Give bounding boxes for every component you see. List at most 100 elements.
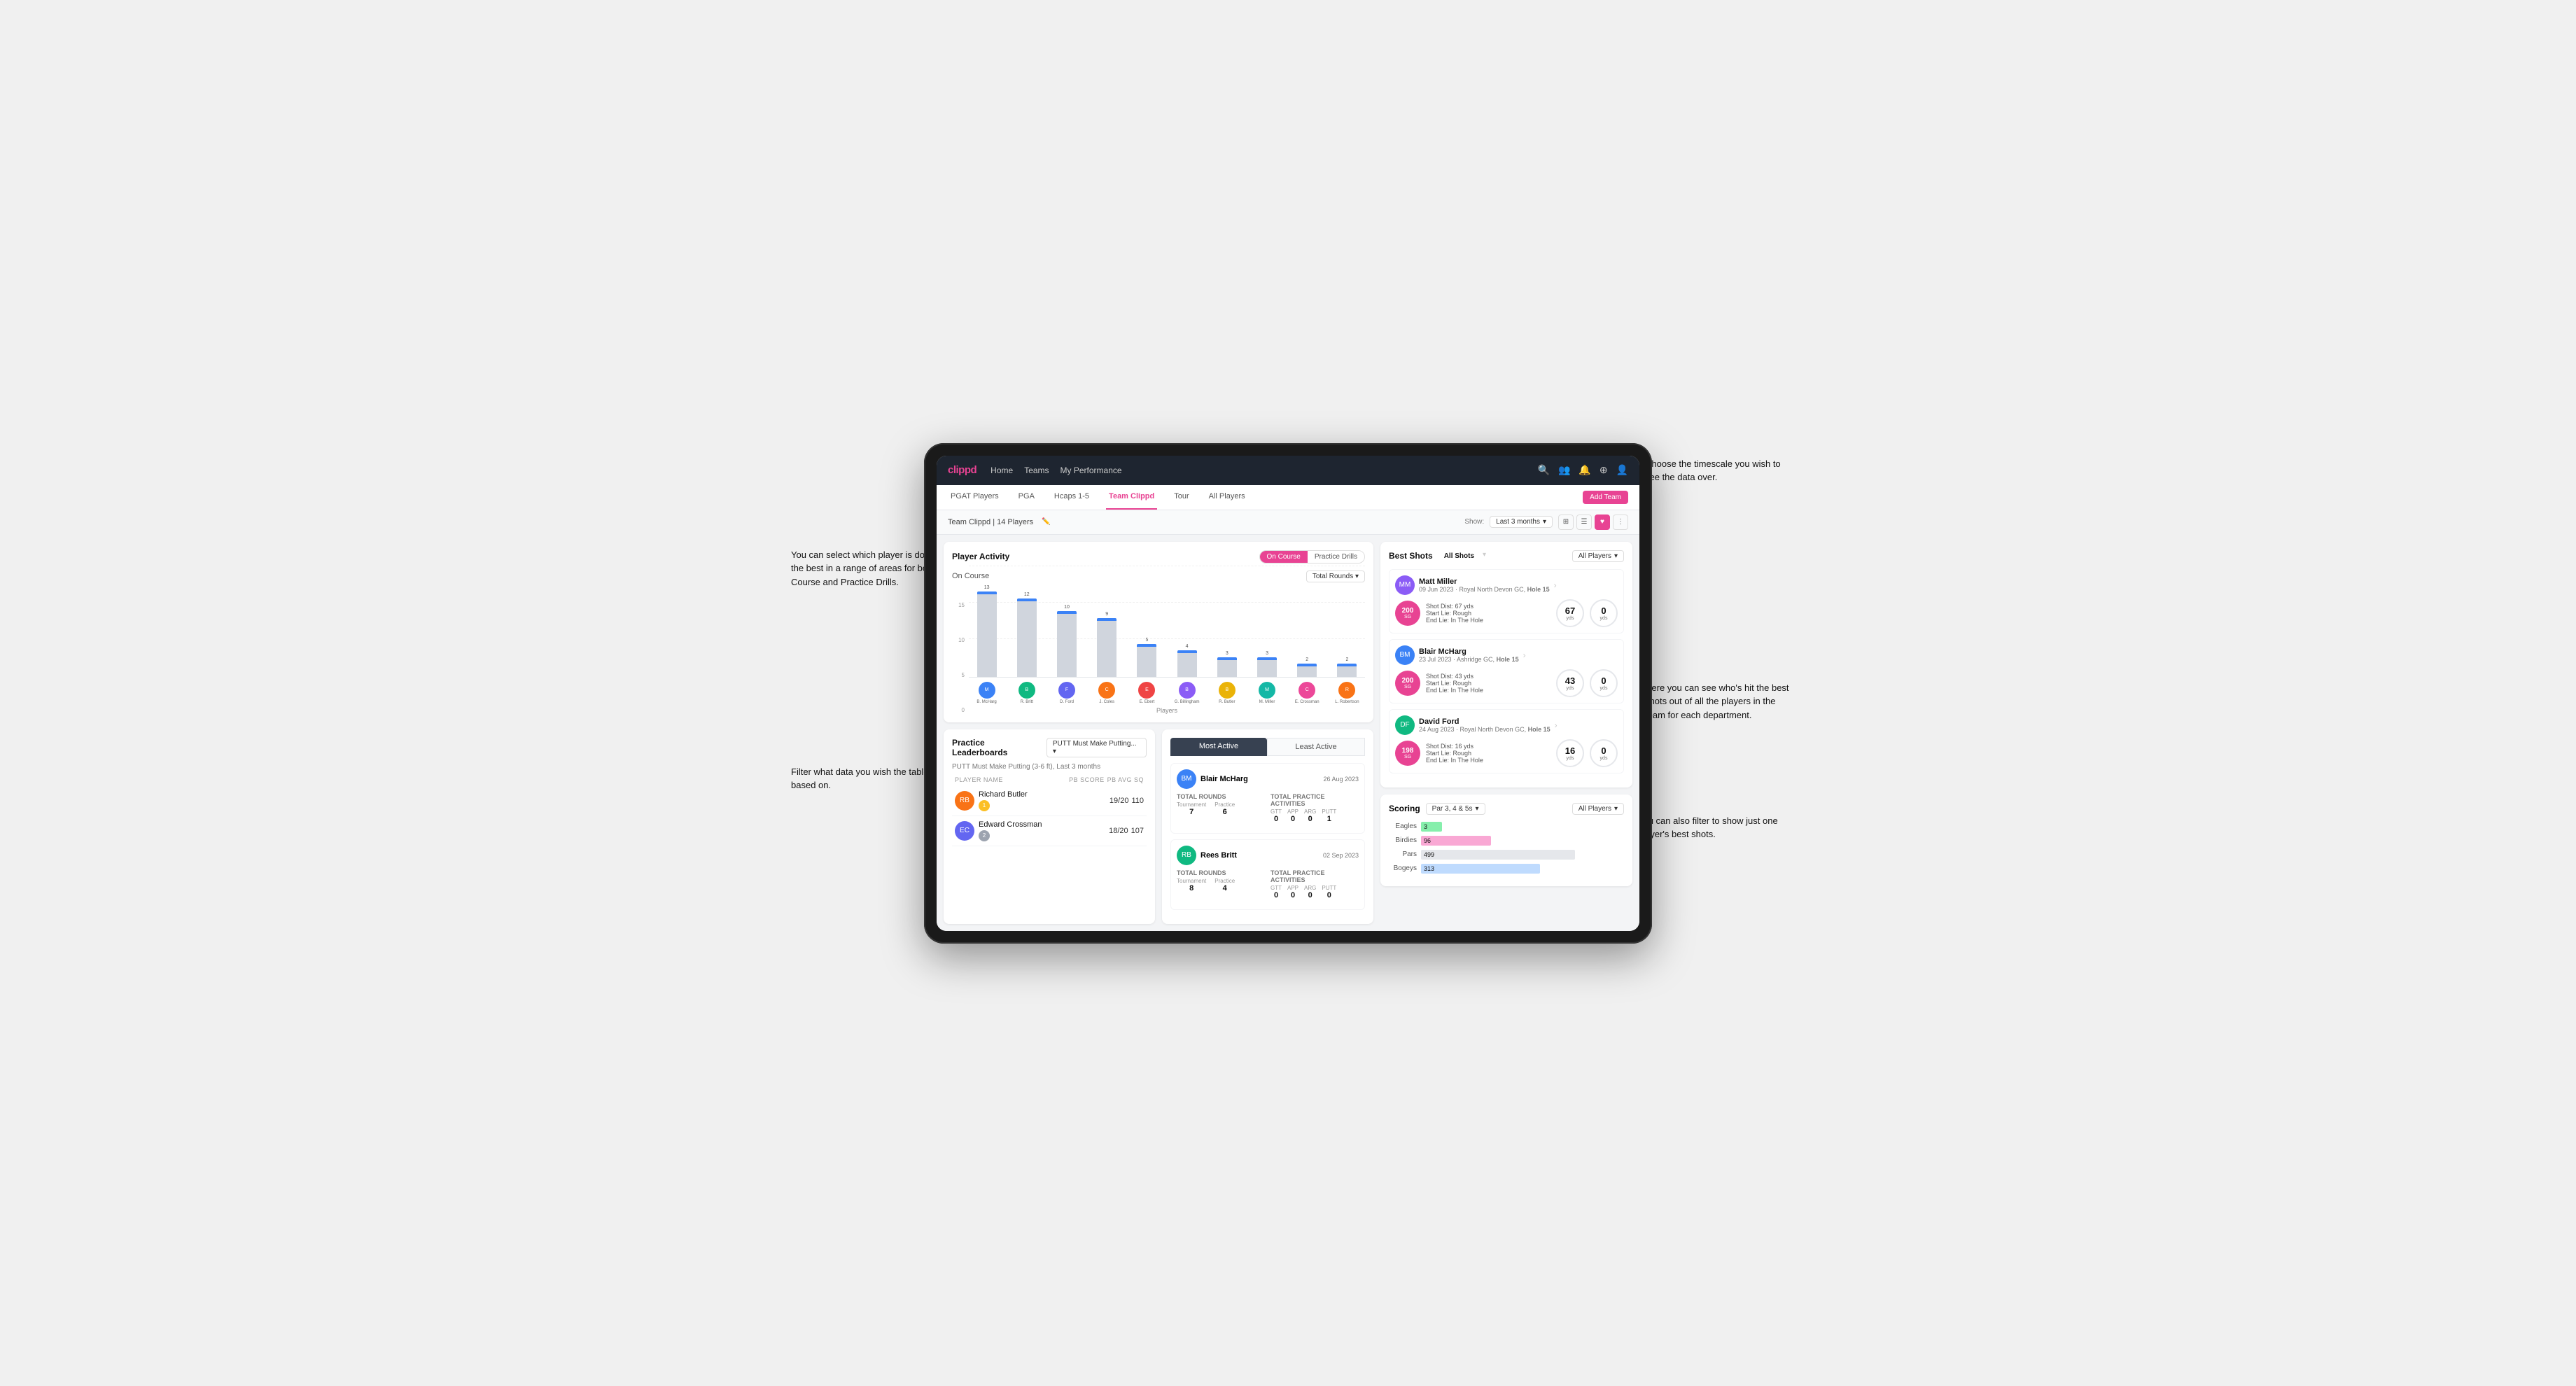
- nav-links: Home Teams My Performance: [990, 465, 1523, 475]
- david-name: David Ford: [1419, 718, 1550, 726]
- yardage-circle-blair: 43 yds: [1556, 669, 1584, 697]
- y-label-15: 15: [952, 602, 965, 608]
- zero-circle-matt: 0 yds: [1590, 599, 1618, 627]
- chevron-right-david[interactable]: ›: [1555, 720, 1558, 730]
- bar-group-8: 2: [1289, 566, 1325, 677]
- avatar-4: E: [1138, 682, 1155, 699]
- shot-card-matt: MM Matt Miller 09 Jun 2023 · Royal North…: [1389, 569, 1624, 634]
- player-col-7: M M. Miller: [1249, 682, 1284, 704]
- most-active-tab[interactable]: Most Active: [1170, 738, 1267, 756]
- practice-activities-section: Total Practice Activities GTT0 APP0 ARG0…: [1270, 793, 1359, 823]
- most-active-card: Most Active Least Active BM Blair McHarg…: [1162, 729, 1373, 924]
- nav-icons: 🔍 👥 🔔 ⊕ 👤: [1538, 464, 1628, 476]
- best-shots-header: Best Shots All Shots ▾ All Players ▾: [1389, 550, 1624, 562]
- par-dropdown[interactable]: Par 3, 4 & 5s ▾: [1426, 803, 1485, 815]
- best-shots-card: Best Shots All Shots ▾ All Players ▾: [1380, 542, 1632, 788]
- tab-all-players[interactable]: All Players: [1206, 485, 1248, 510]
- all-players-dropdown[interactable]: All Players ▾: [1572, 550, 1624, 562]
- birdies-label: Birdies: [1389, 836, 1417, 844]
- practice-stat: Practice 6: [1214, 802, 1235, 816]
- shot-info-david: Shot Dist: 16 yds Start Lie: Rough End L…: [1426, 743, 1550, 764]
- on-course-toggle[interactable]: On Course: [1260, 551, 1308, 563]
- scoring-players-label: All Players: [1578, 805, 1611, 813]
- avatar-2: F: [1058, 682, 1075, 699]
- users-icon[interactable]: 👥: [1558, 464, 1570, 476]
- search-icon[interactable]: 🔍: [1538, 464, 1550, 476]
- bar-4: [1137, 644, 1156, 677]
- scoring-players-dropdown[interactable]: All Players ▾: [1572, 803, 1624, 815]
- player-label-3: J. Coles: [1099, 700, 1114, 704]
- col-player-name: PLAYER NAME: [955, 776, 1066, 783]
- add-team-button[interactable]: Add Team: [1583, 491, 1628, 504]
- show-value: Last 3 months: [1496, 518, 1540, 526]
- nav-my-performance[interactable]: My Performance: [1060, 465, 1122, 475]
- player-col-5: B G. Billingham: [1169, 682, 1205, 704]
- profile-icon[interactable]: 👤: [1616, 464, 1628, 476]
- leaderboard-dropdown[interactable]: PUTT Must Make Putting... ▾: [1046, 738, 1147, 757]
- player-label-8: E. Crossman: [1295, 700, 1320, 704]
- practice-activities-label: Total Practice Activities: [1270, 793, 1359, 807]
- plus-circle-icon[interactable]: ⊕: [1600, 464, 1608, 476]
- scoring-bars: Eagles 3 Birdies 96: [1389, 822, 1624, 874]
- player-label-5: G. Billingham: [1175, 700, 1200, 704]
- logo: clippd: [948, 464, 976, 476]
- avatar-rees: RB: [1177, 846, 1196, 865]
- least-active-tab[interactable]: Least Active: [1267, 738, 1365, 756]
- bar-group-3: 9: [1089, 566, 1125, 677]
- bell-icon[interactable]: 🔔: [1578, 464, 1590, 476]
- shots-tab-group: All Shots ▾: [1438, 551, 1486, 561]
- avatar-david: DF: [1395, 715, 1415, 735]
- avatar-edward: EC: [955, 821, 974, 841]
- bar-2: [1057, 611, 1077, 676]
- all-shots-tab[interactable]: All Shots: [1438, 551, 1480, 561]
- player-activity-card: Player Activity On Course Practice Drill…: [944, 542, 1373, 722]
- matt-info: Matt Miller 09 Jun 2023 · Royal North De…: [1419, 578, 1550, 593]
- bar-label-9: 2: [1345, 657, 1348, 662]
- birdies-val: 96: [1424, 837, 1431, 844]
- bar-5: [1177, 650, 1197, 676]
- rounds-section: Total Rounds Tournament 7 Practice: [1177, 793, 1265, 823]
- avatar-8: C: [1298, 682, 1315, 699]
- tab-tour[interactable]: Tour: [1171, 485, 1191, 510]
- list-view-icon[interactable]: ☰: [1576, 514, 1592, 530]
- tab-pgat-players[interactable]: PGAT Players: [948, 485, 1002, 510]
- eagles-bar: 3: [1421, 822, 1442, 832]
- more-view-icon[interactable]: ⋮: [1613, 514, 1628, 530]
- player-label-9: L. Robertson: [1335, 700, 1359, 704]
- nav-teams[interactable]: Teams: [1024, 465, 1049, 475]
- shot-player-header-matt: MM Matt Miller 09 Jun 2023 · Royal North…: [1395, 575, 1618, 595]
- nav-home[interactable]: Home: [990, 465, 1013, 475]
- leaderboard-cols: PLAYER NAME PB SCORE PB AVG SQ: [952, 776, 1147, 783]
- tab-hcaps[interactable]: Hcaps 1-5: [1051, 485, 1092, 510]
- heart-view-icon[interactable]: ♥: [1595, 514, 1610, 530]
- avatar-3: C: [1098, 682, 1115, 699]
- grid-view-icon[interactable]: ⊞: [1558, 514, 1574, 530]
- chevron-right-blair[interactable]: ›: [1523, 650, 1526, 660]
- show-dropdown[interactable]: Last 3 months ▾: [1490, 516, 1553, 528]
- blair-name: Blair McHarg: [1419, 648, 1519, 656]
- annotation-best-shots: Here you can see who's hit the best shot…: [1645, 681, 1792, 722]
- left-col: Player Activity On Course Practice Drill…: [944, 542, 1373, 924]
- bogeys-label: Bogeys: [1389, 864, 1417, 872]
- chevron-right-matt[interactable]: ›: [1554, 580, 1557, 590]
- tab-team-clippd[interactable]: Team Clippd: [1106, 485, 1157, 510]
- edit-team-icon[interactable]: ✏️: [1042, 518, 1050, 526]
- yardage-circle-david: 16 yds: [1556, 739, 1584, 767]
- tab-pga[interactable]: PGA: [1016, 485, 1037, 510]
- bottom-left: Practice Leaderboards PUTT Must Make Put…: [944, 729, 1373, 924]
- player-info-1: RB Richard Butler 1: [955, 790, 1107, 811]
- shot-info-blair: Shot Dist: 43 yds Start Lie: Rough End L…: [1426, 673, 1550, 694]
- shot-card-david: DF David Ford 24 Aug 2023 · Royal North …: [1389, 709, 1624, 774]
- bar-group-7: 3: [1249, 566, 1284, 677]
- bogeys-row: Bogeys 313: [1389, 864, 1624, 874]
- pb-score-2: 18/20: [1109, 827, 1128, 835]
- shot-details-blair: 200 SG Shot Dist: 43 yds Start Lie: Roug…: [1395, 669, 1618, 697]
- view-icons: ⊞ ☰ ♥ ⋮: [1558, 514, 1628, 530]
- bar-0: [977, 592, 997, 676]
- bar-group-2: 10: [1049, 566, 1084, 677]
- eagles-row: Eagles 3: [1389, 822, 1624, 832]
- bar-group-5: 4: [1169, 566, 1205, 677]
- par-label: Par 3, 4 & 5s: [1432, 805, 1473, 813]
- player-col-4: E E. Ebert: [1129, 682, 1165, 704]
- practice-drills-toggle[interactable]: Practice Drills: [1308, 551, 1364, 563]
